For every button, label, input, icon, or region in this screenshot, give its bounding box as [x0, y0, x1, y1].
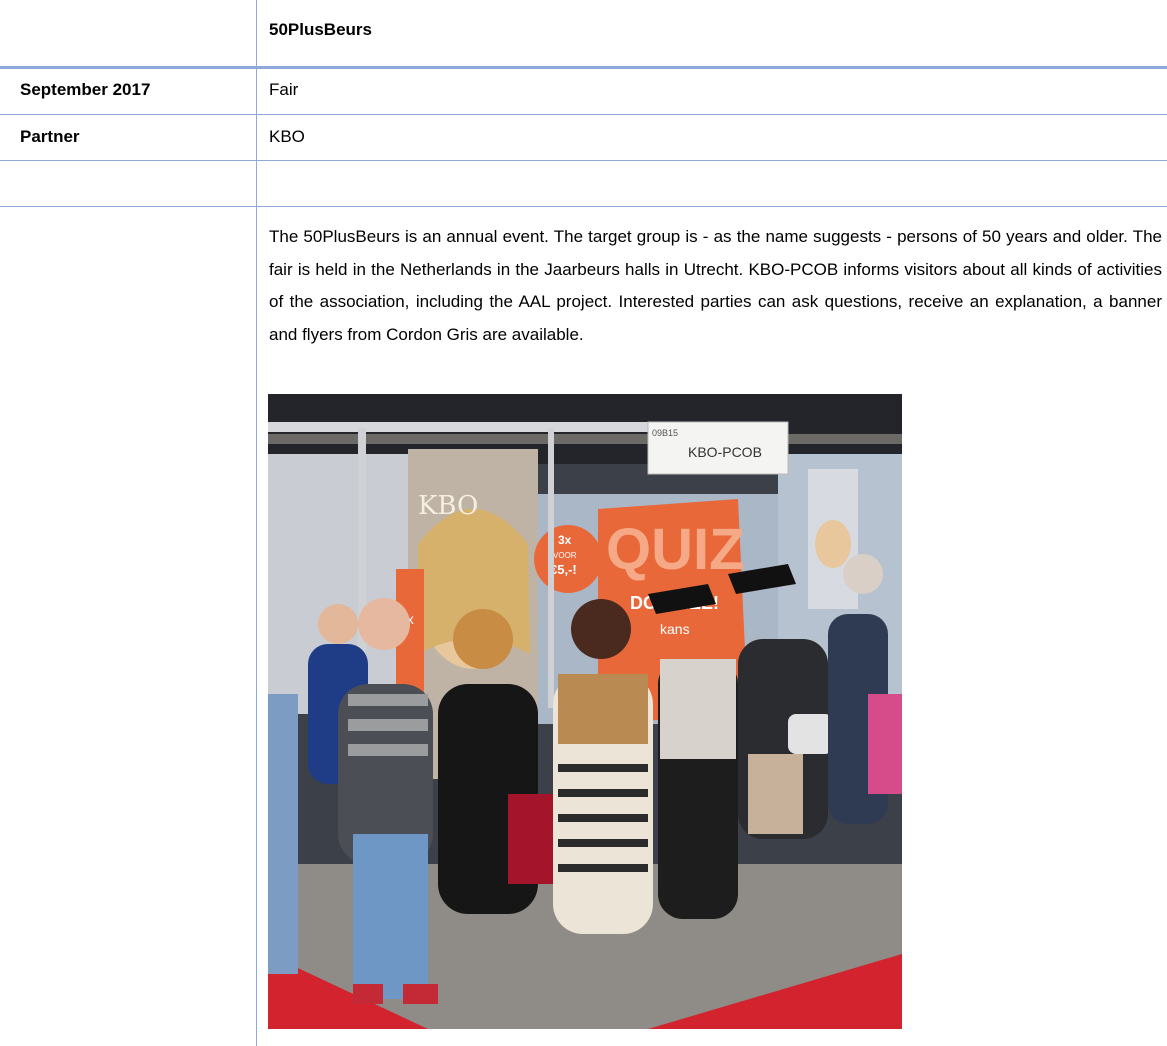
poster-logo: KBO — [418, 491, 478, 521]
event-photo: KBO 3x 3x VOOR €5,-! QUIZ DOE MEE! kans … — [268, 394, 902, 1029]
row-divider — [0, 114, 1167, 115]
price-badge-1: 3x — [558, 533, 572, 547]
row-value-partner: KBO — [269, 127, 305, 146]
row-label-date: September 2017 — [20, 80, 151, 99]
kans-text: kans — [660, 621, 690, 637]
table-title: 50PlusBeurs — [269, 20, 372, 39]
header-divider — [0, 66, 1167, 69]
event-description: The 50PlusBeurs is an annual event. The … — [269, 227, 1162, 344]
row-value-type: Fair — [269, 80, 299, 99]
row-divider — [0, 160, 1167, 161]
row-divider — [0, 206, 1167, 207]
price-badge-2: VOOR — [553, 551, 577, 560]
row-label-partner: Partner — [20, 127, 80, 146]
price-badge-3: €5,-! — [550, 562, 577, 577]
table-column-divider — [256, 0, 257, 1046]
booth-sign-number: 09B15 — [652, 428, 678, 438]
booth-sign-name: KBO-PCOB — [688, 444, 762, 460]
quiz-word: QUIZ — [606, 517, 745, 582]
